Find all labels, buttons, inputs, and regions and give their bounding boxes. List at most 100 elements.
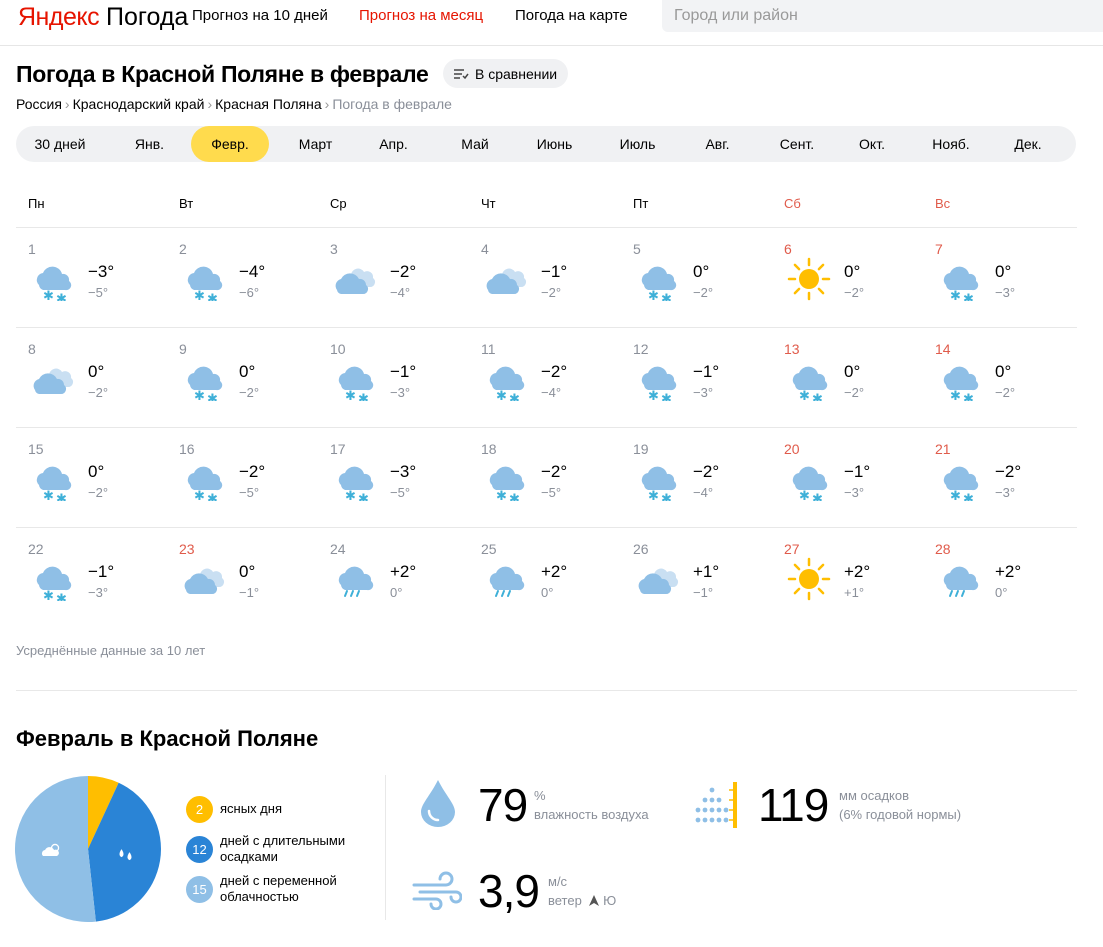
cloud-rain-icon: [943, 566, 979, 597]
nav-map[interactable]: Погода на карте: [515, 7, 628, 25]
day-temp-low: −5°: [541, 485, 562, 500]
month-tab[interactable]: Авг.: [679, 126, 756, 162]
breadcrumb-region[interactable]: Краснодарский край: [73, 96, 205, 112]
day-cell[interactable]: 8 0° −2°: [17, 327, 168, 427]
day-cell[interactable]: 28 +2° 0°: [924, 527, 1075, 627]
day-temp-low: −3°: [844, 485, 865, 500]
day-number: 19: [633, 441, 649, 457]
averaged-data-note: Усреднённые данные за 10 лет: [16, 643, 206, 658]
svg-text:✱: ✱: [648, 289, 659, 301]
day-temp-low: 0°: [390, 585, 403, 600]
day-temp-high: −1°: [693, 362, 720, 381]
day-temp-low: −2°: [693, 285, 714, 300]
day-cell[interactable]: 13 ✱ ✱ 0° −2°: [773, 327, 924, 427]
day-cell[interactable]: 22 ✱ ✱ −1° −3°: [17, 527, 168, 627]
wind-direction-arrow-icon: [589, 895, 600, 906]
day-cell[interactable]: 15 ✱ ✱ 0° −2°: [17, 427, 168, 527]
day-cell[interactable]: 16 ✱ ✱ −2° −5°: [168, 427, 319, 527]
day-cell[interactable]: 26 +1° −1°: [622, 527, 773, 627]
day-number: 14: [935, 341, 951, 357]
logo-brand: Яндекс: [18, 3, 100, 31]
nav-10-days[interactable]: Прогноз на 10 дней: [192, 7, 328, 25]
day-number: 3: [330, 241, 338, 257]
day-cell[interactable]: 20 ✱ ✱ −1° −3°: [773, 427, 924, 527]
day-number: 23: [179, 541, 195, 557]
day-cell[interactable]: 2 ✱ ✱ −4° −6°: [168, 227, 319, 327]
day-temp-high: 0°: [844, 362, 861, 381]
legend-label: дней с длительными осадками: [220, 833, 346, 864]
day-cell[interactable]: 12 ✱ ✱ −1° −3°: [622, 327, 773, 427]
day-cell[interactable]: 4 −1° −2°: [470, 227, 621, 327]
svg-text:✱: ✱: [207, 492, 218, 501]
wind-unit: м/с: [548, 874, 568, 889]
day-temp-low: −1°: [693, 585, 714, 600]
legend-count-badge: 2: [186, 796, 213, 823]
day-temp-low: −3°: [693, 385, 714, 400]
breadcrumb-current: Погода в феврале: [332, 96, 452, 112]
month-tab[interactable]: Янв.: [119, 126, 180, 162]
month-tab[interactable]: Май: [434, 126, 516, 162]
month-tab[interactable]: Март: [277, 126, 354, 162]
day-cell[interactable]: 1 ✱ ✱ −3° −5°: [17, 227, 168, 327]
sun-icon: [787, 557, 831, 601]
day-cell[interactable]: 7 ✱ ✱ 0° −3°: [924, 227, 1075, 327]
svg-text:✱: ✱: [358, 492, 369, 501]
overcast-icon: [486, 268, 526, 294]
svg-text:✱: ✱: [345, 489, 356, 501]
svg-text:✱: ✱: [661, 392, 672, 401]
month-tab[interactable]: Дек.: [988, 126, 1068, 162]
day-temp-low: −3°: [995, 485, 1016, 500]
month-tab[interactable]: Апр.: [357, 126, 430, 162]
yandex-weather-logo[interactable]: Яндекс Погода: [18, 2, 188, 32]
city-search-input[interactable]: [662, 0, 1103, 32]
day-cell[interactable]: 24 +2° 0°: [319, 527, 470, 627]
svg-text:✱: ✱: [43, 589, 54, 601]
compare-button[interactable]: В сравнении: [443, 59, 568, 88]
day-cell[interactable]: 18 ✱ ✱ −2° −5°: [470, 427, 621, 527]
day-temp-high: 0°: [995, 362, 1012, 381]
day-cell[interactable]: 5 ✱ ✱ 0° −2°: [622, 227, 773, 327]
nav-month[interactable]: Прогноз на месяц: [359, 7, 483, 25]
cloud-rain-icon: [338, 566, 374, 597]
cloudy-days-slice: [14, 776, 96, 922]
day-number: 27: [784, 541, 800, 557]
day-temp-high: 0°: [239, 362, 256, 381]
overcast-icon: [638, 568, 678, 594]
month-tab[interactable]: Сент.: [756, 126, 838, 162]
day-temp-low: −3°: [88, 585, 109, 600]
month-tab[interactable]: 30 дней: [16, 126, 104, 162]
day-cell[interactable]: 25 +2° 0°: [470, 527, 621, 627]
day-cell[interactable]: 27 +2° +1°: [773, 527, 924, 627]
day-cell[interactable]: 6 0° −2°: [773, 227, 924, 327]
svg-text:✱: ✱: [963, 392, 974, 401]
month-tab[interactable]: Окт.: [835, 126, 909, 162]
month-tab[interactable]: Нояб.: [909, 126, 993, 162]
month-tab[interactable]: Июль: [596, 126, 679, 162]
day-cell[interactable]: 3 −2° −4°: [319, 227, 470, 327]
day-cell[interactable]: 21 ✱ ✱ −2° −3°: [924, 427, 1075, 527]
day-cell[interactable]: 11 ✱ ✱ −2° −4°: [470, 327, 621, 427]
day-temp-high: −1°: [541, 262, 568, 281]
humidity-unit: %: [534, 788, 546, 803]
month-tab[interactable]: Июнь: [513, 126, 596, 162]
svg-text:✱: ✱: [799, 389, 810, 401]
day-number: 22: [28, 541, 44, 557]
day-number: 10: [330, 341, 346, 357]
day-cell[interactable]: 14 ✱ ✱ 0° −2°: [924, 327, 1075, 427]
day-cell[interactable]: 10 ✱ ✱ −1° −3°: [319, 327, 470, 427]
day-cell[interactable]: 17 ✱ ✱ −3° −5°: [319, 427, 470, 527]
day-cell[interactable]: 9 ✱ ✱ 0° −2°: [168, 327, 319, 427]
day-temp-high: −1°: [390, 362, 417, 381]
cloud-snow-icon: ✱ ✱: [36, 266, 72, 301]
day-number: 28: [935, 541, 951, 557]
day-cell[interactable]: 23 0° −1°: [168, 527, 319, 627]
cloud-snow-icon: ✱ ✱: [338, 366, 374, 401]
day-temp-low: −3°: [995, 285, 1016, 300]
breadcrumb-city[interactable]: Красная Поляна: [215, 96, 322, 112]
day-temp-high: +1°: [693, 562, 720, 581]
day-cell[interactable]: 19 ✱ ✱ −2° −4°: [622, 427, 773, 527]
day-number: 4: [481, 241, 489, 257]
month-tab[interactable]: Февр.: [191, 126, 269, 162]
breadcrumb-russia[interactable]: Россия: [16, 96, 62, 112]
cloud-snow-icon: ✱ ✱: [792, 466, 828, 501]
